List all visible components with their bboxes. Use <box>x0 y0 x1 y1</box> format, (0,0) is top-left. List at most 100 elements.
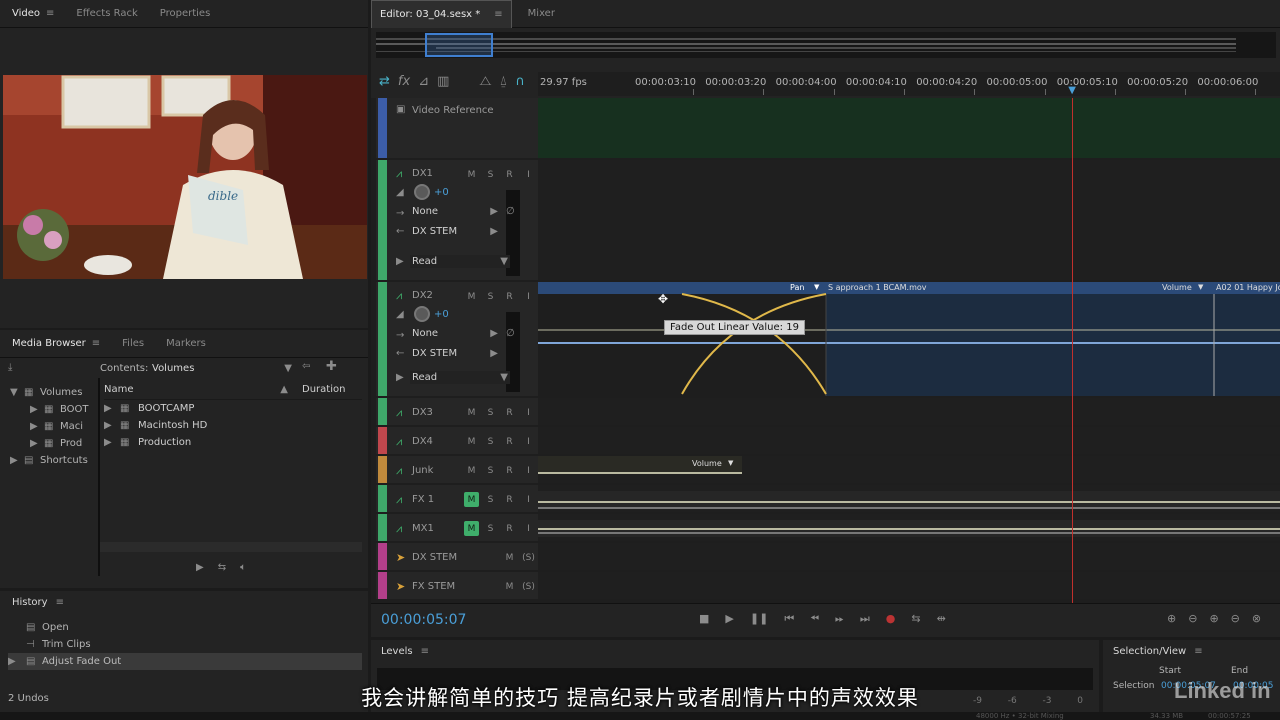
tab-editor[interactable]: Editor: 03_04.sesx * ≡ <box>371 0 512 28</box>
track-mute-button[interactable]: M <box>464 289 479 304</box>
track-solo-button[interactable]: S <box>483 405 498 420</box>
eq-icon[interactable]: ▥ <box>437 74 449 89</box>
play-icon[interactable]: ▶ <box>196 562 204 573</box>
session-overview[interactable] <box>376 32 1276 58</box>
stop-icon[interactable]: ■ <box>699 612 709 626</box>
phase-icon[interactable]: ∅ <box>506 206 515 217</box>
track-arm-record-button[interactable]: R <box>502 289 517 304</box>
column-name[interactable]: Name <box>104 384 134 399</box>
automation-mode-select[interactable]: Read ▼ <box>410 255 510 268</box>
tab-files[interactable]: Files <box>122 338 144 349</box>
speaker-icon[interactable]: 🔈︎ <box>240 562 246 573</box>
add-shortcut-icon[interactable]: ✚ <box>326 359 337 374</box>
track-arm-record-button[interactable]: R <box>502 405 517 420</box>
track-mute-button[interactable]: M <box>502 579 517 594</box>
playhead-handle[interactable]: ▼ <box>1068 85 1076 96</box>
output-select[interactable]: DX STEM ▶ <box>412 348 498 359</box>
audio-clip[interactable] <box>538 491 1280 508</box>
input-select[interactable]: None ▶ <box>412 328 498 339</box>
sort-up-icon[interactable]: ▲ <box>280 384 288 399</box>
track-solo-button[interactable]: (S) <box>521 579 536 594</box>
track-name[interactable]: FX STEM <box>412 581 455 592</box>
tab-media-browser[interactable]: Media Browser <box>12 338 86 349</box>
volume-knob[interactable] <box>414 306 430 322</box>
back-arrow-icon[interactable]: ⇦ <box>302 361 310 372</box>
record-icon[interactable]: ● <box>886 612 896 626</box>
volume-knob[interactable] <box>414 184 430 200</box>
playhead-line[interactable] <box>1072 98 1074 603</box>
track-arm-record-button[interactable]: R <box>502 167 517 182</box>
sync-icon[interactable]: ⇄ <box>379 74 390 89</box>
panel-menu-icon[interactable]: ≡ <box>92 338 100 349</box>
track-arm-record-button[interactable]: R <box>502 463 517 478</box>
track-mute-button[interactable]: M <box>464 405 479 420</box>
input-icon[interactable]: ⍙ <box>500 74 508 89</box>
track-arm-record-button[interactable]: R <box>502 434 517 449</box>
track-solo-button[interactable]: (S) <box>521 550 536 565</box>
track-mute-button[interactable]: M <box>464 521 479 536</box>
track-solo-button[interactable]: S <box>483 492 498 507</box>
audio-clip[interactable]: Pan ▼ S approach 1 BCAM.mov Volume ▼ A02 01 H… <box>538 282 1280 396</box>
track-name[interactable]: DX3 <box>412 407 433 418</box>
track-mute-button[interactable]: M <box>464 492 479 507</box>
zoom-full-icon[interactable]: ⊗ <box>1252 612 1261 625</box>
track-name[interactable]: DX STEM <box>412 552 457 563</box>
volume-value[interactable]: +0 <box>434 187 449 198</box>
panel-menu-icon[interactable]: ≡ <box>494 9 502 20</box>
history-item[interactable]: ▤ Open <box>8 619 362 636</box>
track-solo-button[interactable]: S <box>483 434 498 449</box>
track-mute-button[interactable]: M <box>464 167 479 182</box>
zoom-in-amplitude-icon[interactable]: ⊕ <box>1167 612 1176 625</box>
tree-item-production[interactable]: ▶ ▦ Prod <box>10 435 96 452</box>
track-name[interactable]: Junk <box>412 465 433 476</box>
sends-icon[interactable]: ⊿ <box>418 74 429 89</box>
track-monitor-input-button[interactable]: I <box>521 521 536 536</box>
audio-clip[interactable]: Volume ▼ <box>538 456 742 474</box>
fast-forward-icon[interactable]: ⏩︎ <box>835 612 844 626</box>
tab-effects-rack[interactable]: Effects Rack <box>76 8 137 19</box>
tab-markers[interactable]: Markers <box>166 338 206 349</box>
track-arm-record-button[interactable]: R <box>502 492 517 507</box>
tree-item-macintosh[interactable]: ▶ ▦ Maci <box>10 418 96 435</box>
track-name[interactable]: DX4 <box>412 436 433 447</box>
history-item[interactable]: ⊣ Trim Clips <box>8 636 362 653</box>
fade-curves[interactable] <box>538 282 1280 396</box>
track-monitor-input-button[interactable]: I <box>521 434 536 449</box>
automation-mode-select[interactable]: Read ▼ <box>410 371 510 384</box>
track-monitor-input-button[interactable]: I <box>521 405 536 420</box>
horizontal-scrollbar[interactable] <box>100 542 362 552</box>
track-solo-button[interactable]: S <box>483 521 498 536</box>
volume-value[interactable]: +0 <box>434 309 449 320</box>
tree-item-volumes[interactable]: ▼ ▦ Volumes <box>10 384 96 401</box>
contents-dropdown[interactable]: Volumes ▼ <box>152 360 292 376</box>
phase-icon[interactable]: ∅ <box>506 328 515 339</box>
track-monitor-input-button[interactable]: I <box>521 463 536 478</box>
fx-icon[interactable]: fx <box>398 74 410 89</box>
track-mute-button[interactable]: M <box>502 550 517 565</box>
tree-item-shortcuts[interactable]: ▶ ▤ Shortcuts <box>10 452 96 469</box>
track-mute-button[interactable]: M <box>464 463 479 478</box>
panel-menu-icon[interactable]: ≡ <box>46 8 54 19</box>
expand-icon[interactable]: ▶ <box>396 256 404 267</box>
track-solo-button[interactable]: S <box>483 289 498 304</box>
input-select[interactable]: None ▶ <box>412 206 498 217</box>
track-solo-button[interactable]: S <box>483 463 498 478</box>
play-icon[interactable]: ▶ <box>725 612 733 626</box>
track-solo-button[interactable]: S <box>483 167 498 182</box>
import-icon[interactable]: ⤓ <box>8 362 12 373</box>
track-name[interactable]: MX1 <box>412 523 434 534</box>
headphones-icon[interactable]: ∩ <box>515 74 525 89</box>
levels-title[interactable]: Levels <box>381 646 413 657</box>
current-time[interactable]: 00:00:05:07 <box>381 612 466 628</box>
track-name[interactable]: FX 1 <box>412 494 434 505</box>
list-item[interactable]: ▶ ▦ Production <box>104 434 362 451</box>
track-name[interactable]: DX1 <box>412 168 433 179</box>
track-monitor-input-button[interactable]: I <box>521 492 536 507</box>
selection-title[interactable]: Selection/View <box>1113 646 1186 657</box>
panel-menu-icon[interactable]: ≡ <box>421 646 429 657</box>
panel-menu-icon[interactable]: ≡ <box>1194 646 1202 657</box>
column-duration[interactable]: Duration <box>302 384 362 399</box>
output-select[interactable]: DX STEM ▶ <box>412 226 498 237</box>
zoom-out-time-icon[interactable]: ⊖ <box>1231 612 1240 625</box>
skip-selection-icon[interactable]: ⇹ <box>937 612 946 626</box>
